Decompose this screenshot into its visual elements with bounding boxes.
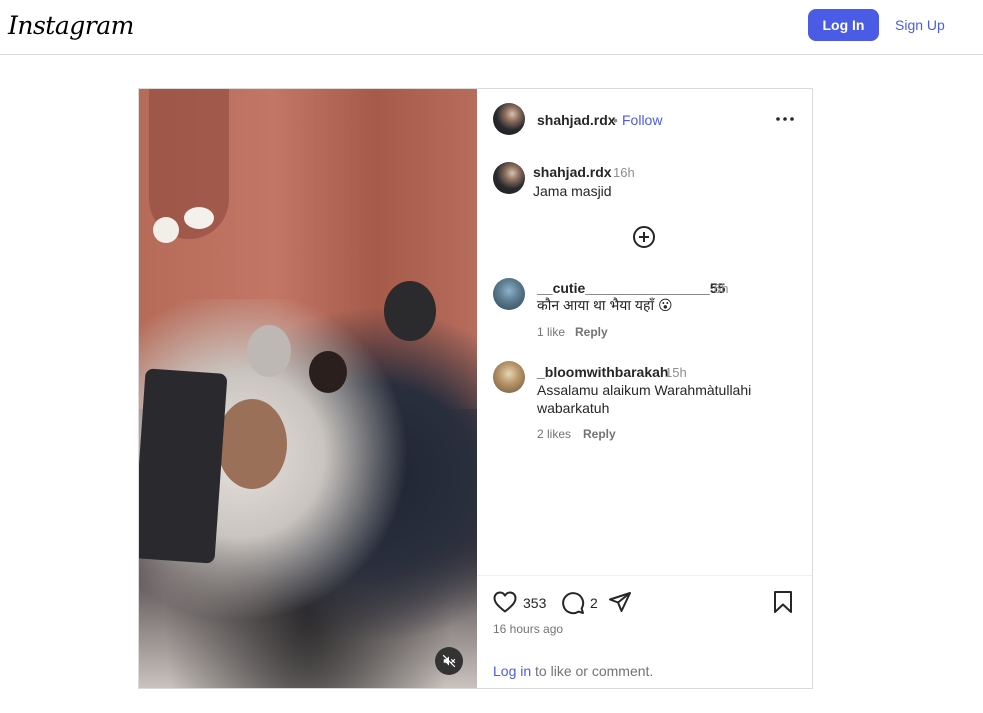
caption-timestamp: 16h bbox=[613, 165, 635, 180]
log-in-button[interactable]: Log In bbox=[808, 9, 879, 41]
instagram-logo[interactable]: Instagram bbox=[8, 11, 134, 40]
post-timestamp: 16 hours ago bbox=[493, 622, 564, 636]
comment-author-avatar[interactable] bbox=[493, 278, 525, 310]
author-username[interactable]: shahjad.rdx bbox=[537, 112, 616, 128]
follow-button[interactable]: Follow bbox=[622, 112, 662, 128]
actions-divider bbox=[477, 575, 812, 576]
like-count[interactable]: 353 bbox=[523, 595, 546, 611]
comment-reply-button[interactable]: Reply bbox=[575, 325, 608, 339]
plus-circle-icon bbox=[633, 226, 655, 248]
video-phone bbox=[139, 368, 228, 564]
heart-icon bbox=[493, 591, 517, 613]
more-options-button[interactable] bbox=[773, 109, 797, 129]
comment-bubble-icon bbox=[562, 592, 585, 615]
post-card: shahjad.rdx • Follow shahjad.rdx 16h Jam… bbox=[138, 88, 813, 689]
post-header: shahjad.rdx • Follow bbox=[477, 89, 812, 149]
comment-text-line-1: Assalamu alaikum Warahmàtullahi bbox=[537, 382, 752, 398]
video-figure bbox=[184, 207, 214, 229]
video-figure bbox=[309, 351, 347, 393]
video-figure bbox=[247, 325, 291, 377]
share-button[interactable] bbox=[608, 591, 632, 613]
load-more-comments-button[interactable] bbox=[632, 225, 656, 249]
like-button[interactable] bbox=[493, 591, 517, 613]
comment-text: कौन आया था भैया यहाँ 😮 bbox=[537, 297, 673, 313]
save-button[interactable] bbox=[773, 591, 793, 613]
video-figure bbox=[217, 399, 287, 489]
separator-dot: • bbox=[613, 112, 618, 128]
comment-text-line-2: wabarkatuh bbox=[537, 400, 610, 416]
top-nav-bar: Instagram Log In Sign Up bbox=[0, 0, 983, 55]
comment-author-username[interactable]: _bloomwithbarakah bbox=[537, 364, 668, 380]
caption-author-avatar[interactable] bbox=[493, 162, 525, 194]
post-side-panel: shahjad.rdx • Follow shahjad.rdx 16h Jam… bbox=[477, 89, 812, 688]
share-send-icon bbox=[609, 592, 631, 612]
comment-timestamp: 6h bbox=[714, 281, 729, 296]
post-video[interactable] bbox=[139, 89, 477, 688]
comment-button[interactable] bbox=[561, 591, 585, 615]
caption-author-username[interactable]: shahjad.rdx bbox=[533, 164, 612, 180]
more-options-icon bbox=[776, 117, 794, 121]
login-prompt-link[interactable]: Log in bbox=[493, 663, 531, 679]
comment-like-count[interactable]: 1 like bbox=[537, 325, 565, 339]
comment-timestamp: 15h bbox=[665, 365, 687, 380]
video-figure bbox=[384, 281, 436, 341]
comment-count[interactable]: 2 bbox=[590, 595, 598, 611]
video-figure bbox=[153, 217, 179, 243]
comment-like-count[interactable]: 2 likes bbox=[537, 427, 571, 441]
login-prompt-text: to like or comment. bbox=[531, 663, 654, 679]
sign-up-link[interactable]: Sign Up bbox=[895, 17, 945, 33]
login-prompt: Log in to like or comment. bbox=[493, 663, 653, 679]
comment-author-username[interactable]: __cutie________________55 bbox=[537, 280, 725, 296]
speaker-muted-icon bbox=[442, 654, 456, 668]
comment-reply-button[interactable]: Reply bbox=[583, 427, 616, 441]
bookmark-icon bbox=[774, 591, 792, 613]
caption-text: Jama masjid bbox=[533, 183, 612, 199]
comment-author-avatar[interactable] bbox=[493, 361, 525, 393]
author-avatar[interactable] bbox=[493, 103, 525, 135]
mute-toggle-button[interactable] bbox=[435, 647, 463, 675]
